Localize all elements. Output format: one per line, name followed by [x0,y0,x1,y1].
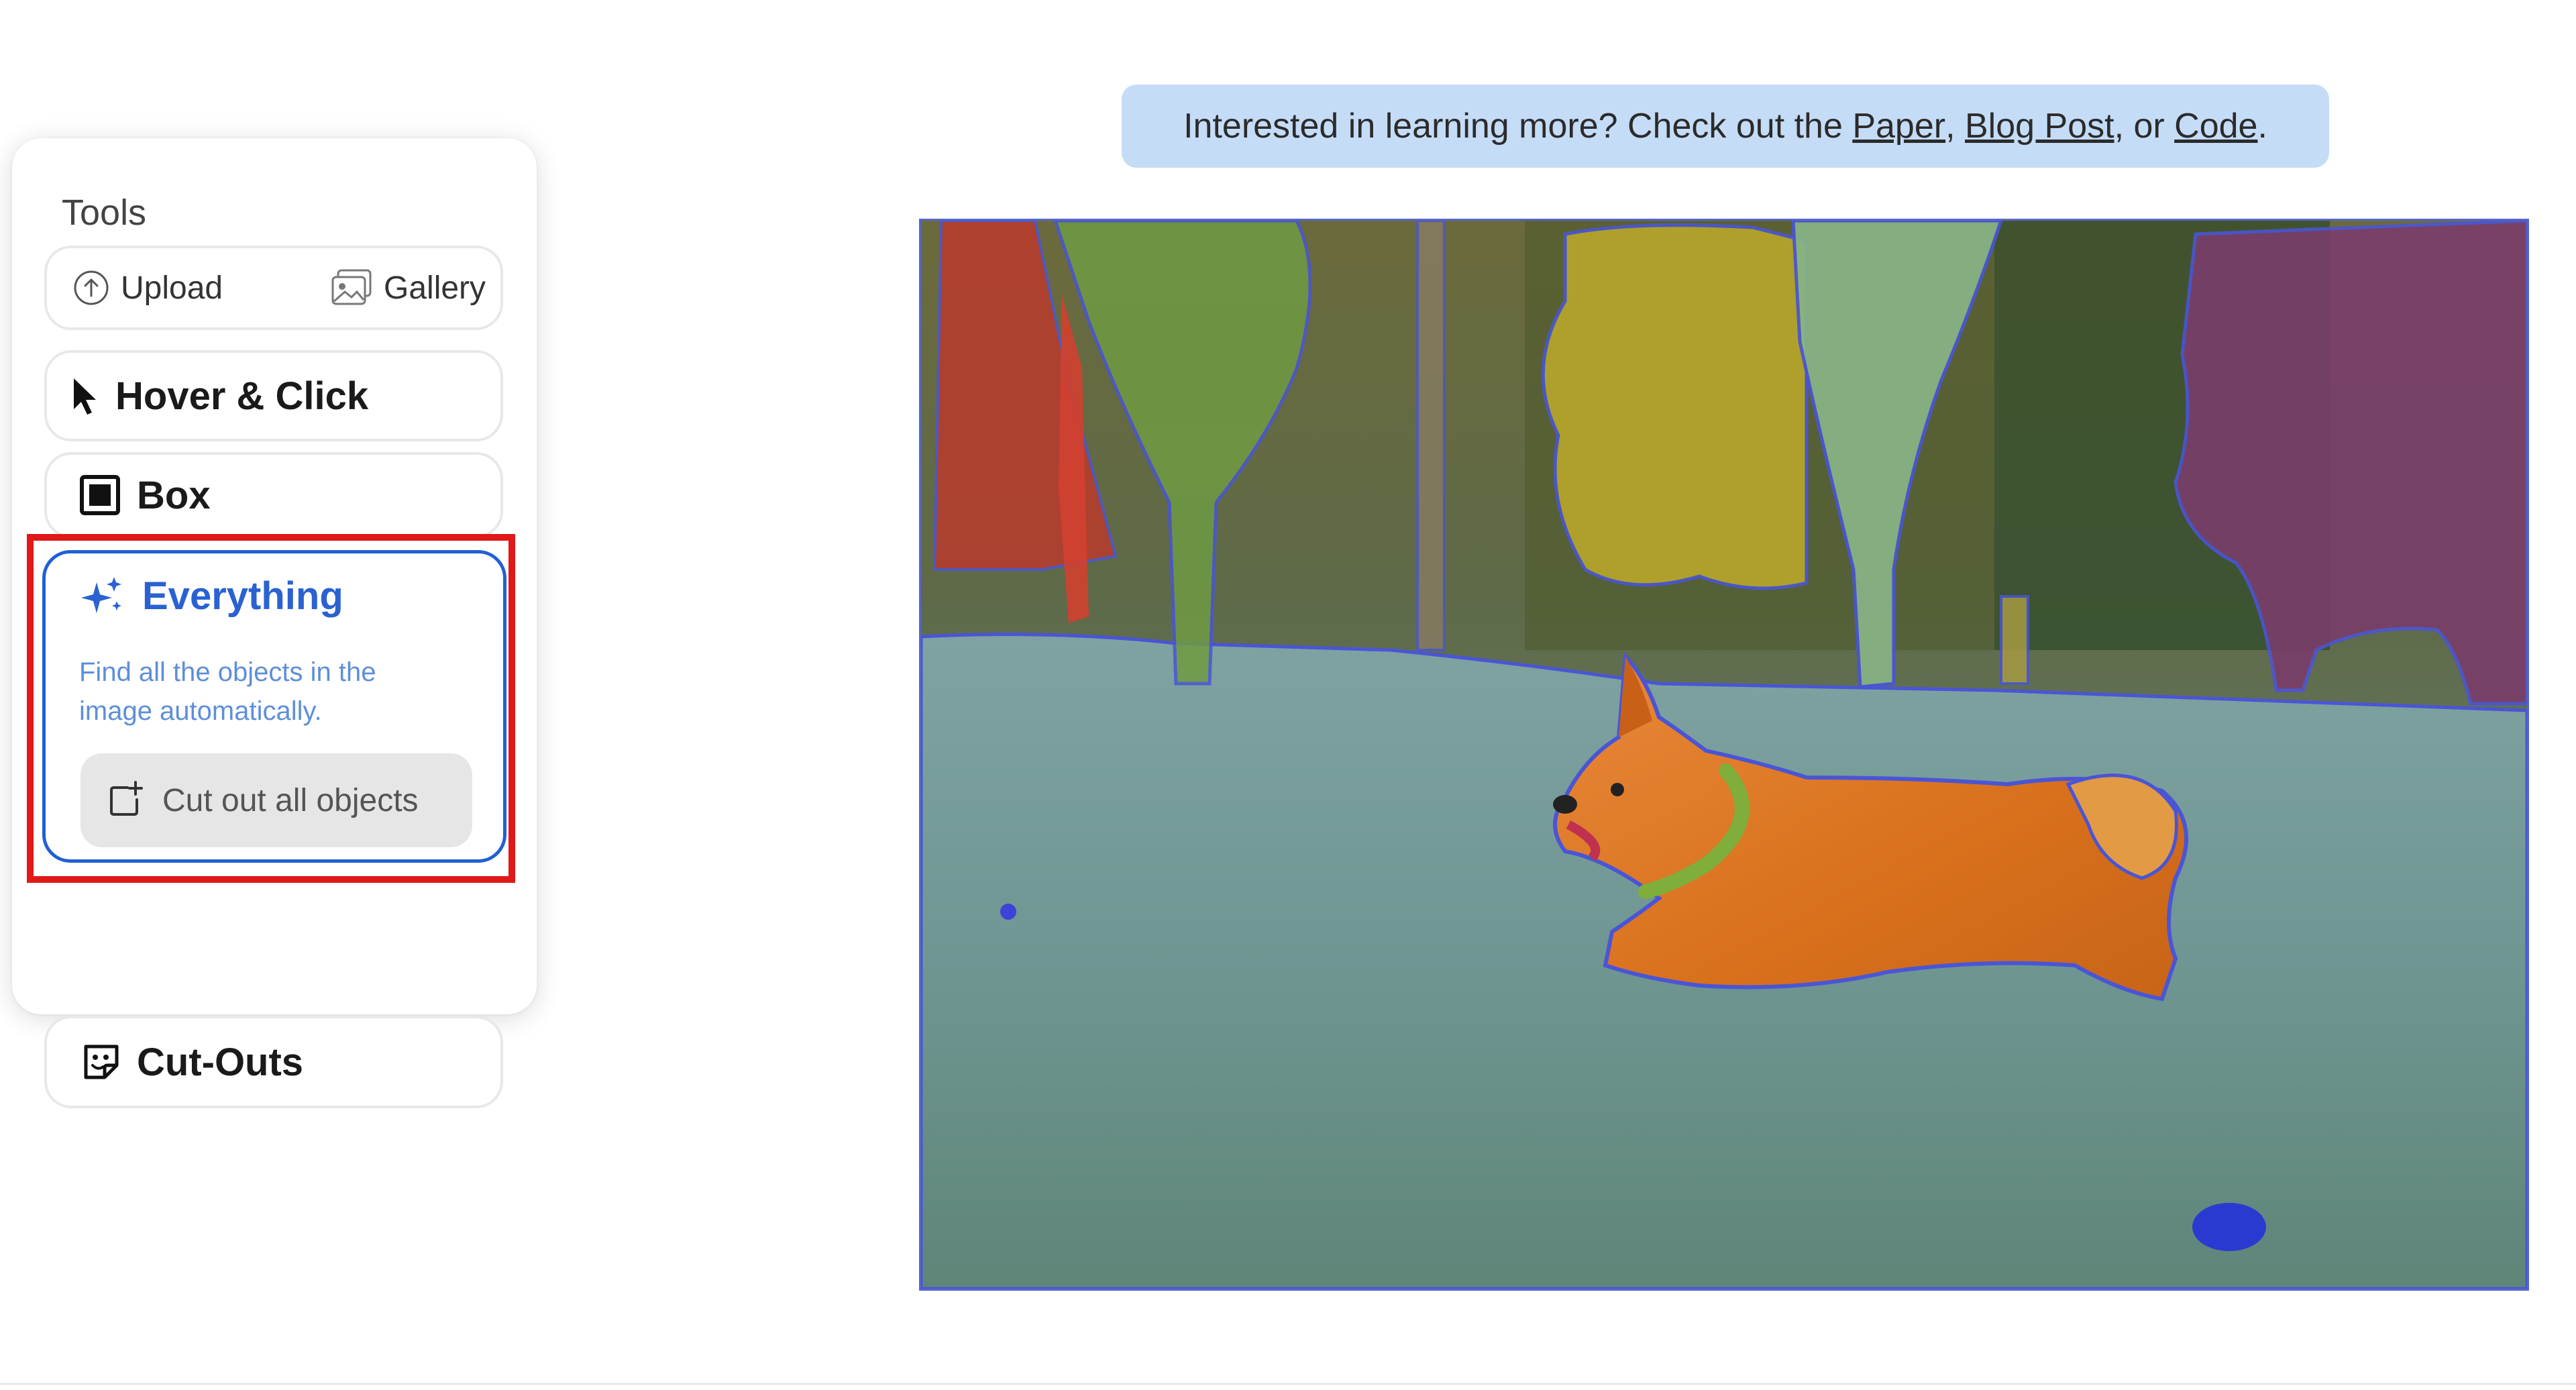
tools-panel: Tools Upload Gallery Hover & Click Box E… [12,138,537,1108]
code-link[interactable]: Code [2174,106,2257,146]
gallery-label: Gallery [384,270,486,306]
gallery-icon [331,269,372,305]
tool-hover-click-label: Hover & Click [115,374,369,418]
cut-out-all-objects-label: Cut out all objects [162,782,419,818]
gallery-button[interactable]: Gallery [330,248,486,327]
tool-cut-outs[interactable]: Cut-Outs [44,1016,503,1108]
blog-post-link[interactable]: Blog Post [1965,106,2114,146]
cursor-icon [74,378,96,415]
banner-text: Interested in learning more? Check out t… [1183,107,1853,146]
cut-out-add-icon [110,781,143,816]
everything-description: Find all the objects in the image automa… [79,657,376,726]
paper-link[interactable]: Paper [1852,106,1945,146]
upload-button[interactable]: Upload [72,248,223,327]
banner-suffix: . [2257,107,2267,146]
upload-gallery-bar: Upload Gallery [44,246,503,330]
segmented-image[interactable] [919,219,2529,1291]
tools-title: Tools [62,193,147,233]
segmentation-canvas [921,221,2527,1289]
tool-box-label: Box [137,473,211,517]
info-banner: Interested in learning more? Check out t… [1122,85,2329,168]
box-icon [80,475,120,515]
cutouts-icon [84,1045,119,1079]
banner-separator: , [1945,107,1965,146]
tool-box[interactable]: Box [44,452,503,538]
page-bottom-divider [0,1383,2576,1385]
sparkles-icon [81,576,121,613]
tool-everything-label: Everything [142,574,343,618]
cut-out-all-objects-button[interactable]: Cut out all objects [80,753,472,847]
tool-everything-card: Everything Find all the objects in the i… [42,550,506,863]
tool-cut-outs-label: Cut-Outs [137,1040,304,1084]
upload-label: Upload [121,270,223,306]
upload-icon [74,270,109,305]
banner-separator: , or [2114,107,2175,146]
tool-everything[interactable]: Everything [79,574,343,619]
tool-hover-click[interactable]: Hover & Click [44,350,503,441]
